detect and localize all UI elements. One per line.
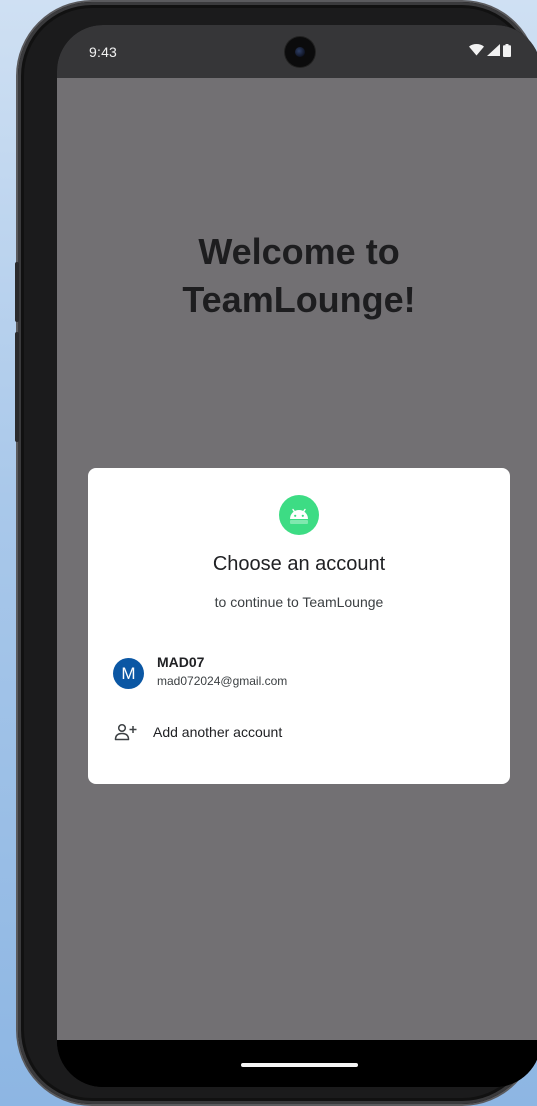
front-camera	[285, 37, 315, 67]
welcome-heading: Welcome to TeamLounge!	[57, 228, 537, 324]
welcome-line-2: TeamLounge!	[182, 279, 416, 320]
avatar: M	[113, 658, 144, 689]
status-icons	[469, 43, 511, 57]
dialog-title: Choose an account	[212, 553, 386, 575]
status-time: 9:43	[89, 44, 118, 60]
power-button	[15, 332, 19, 442]
wifi-icon	[469, 44, 484, 56]
account-chooser-dialog: Choose an account to continue to TeamLou…	[88, 468, 510, 784]
cellular-signal-icon	[487, 44, 500, 56]
android-icon	[279, 495, 319, 535]
welcome-line-1: Welcome to	[198, 231, 400, 272]
status-bar: 9:43	[57, 25, 537, 78]
dialog-subtitle: to continue to TeamLounge	[214, 594, 384, 610]
volume-button	[15, 262, 19, 322]
battery-icon	[503, 43, 511, 57]
account-email: mad072024@gmail.com	[157, 674, 288, 688]
app-background: Welcome to TeamLounge! Choose an account…	[57, 78, 537, 1040]
account-name: MAD07	[157, 654, 205, 670]
add-another-account-button[interactable]: Add another account	[88, 712, 510, 752]
phone-frame: 9:43 Welcome to TeamLounge! Choose an ac…	[15, 2, 537, 1104]
phone-screen: 9:43 Welcome to TeamLounge! Choose an ac…	[57, 25, 537, 1087]
add-account-label: Add another account	[153, 724, 283, 740]
add-person-icon	[114, 723, 137, 741]
account-item[interactable]: M MAD07 mad072024@gmail.com	[88, 646, 510, 698]
navigation-bar	[57, 1040, 537, 1087]
home-gesture-handle[interactable]	[241, 1063, 358, 1067]
